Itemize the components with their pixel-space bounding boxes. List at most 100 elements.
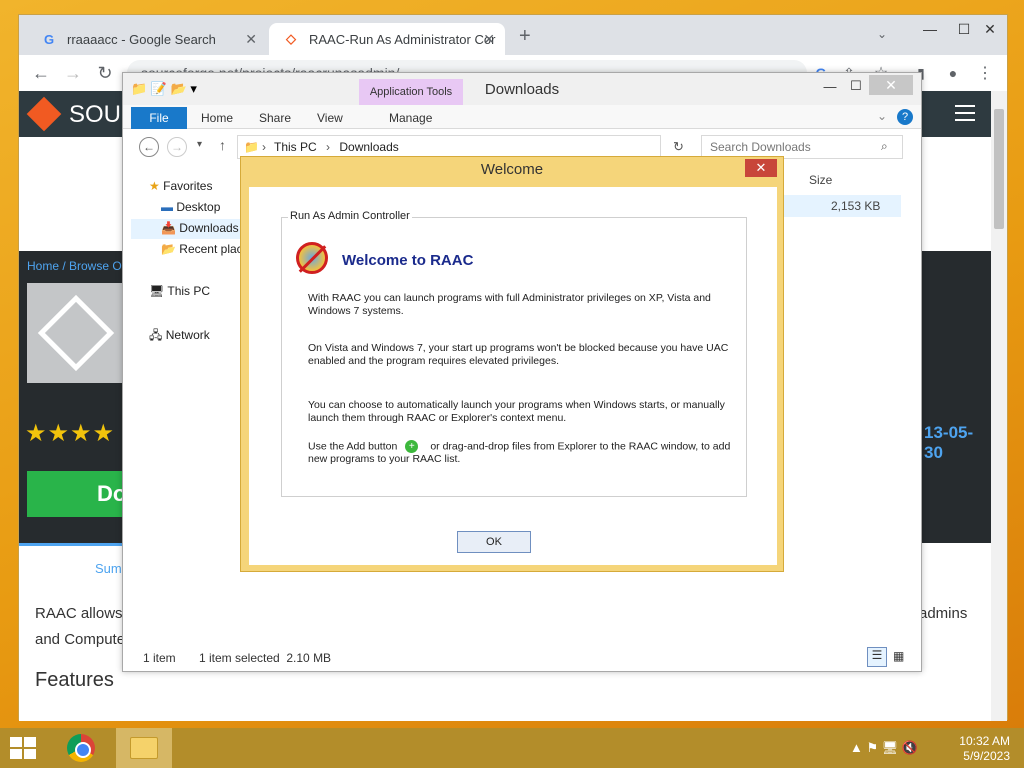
active-tab-indicator bbox=[19, 543, 125, 546]
large-icons-view-icon[interactable]: ▦ bbox=[893, 649, 904, 663]
add-programs-paragraph: Use the Add button + or drag-and-drop file… bbox=[308, 440, 738, 466]
tab-google-search[interactable]: G rraaaacc - Google Search ✕ bbox=[27, 23, 267, 55]
ribbon-expand-icon[interactable]: ⌄ bbox=[877, 109, 887, 123]
nav-label: Downloads bbox=[179, 221, 239, 235]
nav-label: This PC bbox=[167, 284, 211, 298]
add-button-icon: + bbox=[405, 440, 419, 453]
back-icon[interactable]: ← bbox=[139, 137, 159, 157]
ribbon-tab-share[interactable]: Share bbox=[259, 111, 291, 125]
explorer-title: Downloads bbox=[484, 81, 560, 98]
windows-start-icon[interactable] bbox=[10, 737, 38, 761]
intro-paragraph: With RAAC you can launch programs with f… bbox=[308, 292, 711, 317]
dialog-body: Run As Admin Controller Welcome to RAAC … bbox=[249, 187, 777, 565]
tab-title: RAAC-Run As Administrator Cor bbox=[309, 31, 496, 47]
last-update-date: 13-05-30 bbox=[924, 423, 974, 462]
hamburger-menu-icon[interactable] bbox=[955, 105, 975, 121]
nav-recent-places[interactable]: 📂 Recent plac bbox=[161, 242, 243, 256]
ribbon-tab-view[interactable]: View bbox=[317, 111, 343, 125]
new-tab-button[interactable]: + bbox=[519, 25, 531, 48]
profile-avatar-icon[interactable]: ● bbox=[941, 61, 965, 85]
google-favicon-icon: G bbox=[43, 31, 55, 47]
welcome-heading: Welcome to RAAC bbox=[342, 252, 474, 269]
chrome-minimize-button[interactable]: — bbox=[913, 15, 947, 43]
item-count: 1 item bbox=[143, 651, 176, 665]
nav-network[interactable]: 🖧 Network bbox=[149, 326, 210, 347]
nav-label: Desktop bbox=[176, 200, 221, 214]
autostart-paragraph: You can choose to automatically launch y… bbox=[308, 399, 725, 424]
help-icon[interactable]: ? bbox=[897, 109, 913, 125]
details-view-icon[interactable]: ☰ bbox=[867, 647, 887, 667]
page-scrollbar[interactable] bbox=[991, 91, 1007, 721]
explorer-titlebar: 📁 📝 📂 ▾ Downloads Application Tools — ☐ … bbox=[123, 73, 921, 105]
nav-label: Favorites bbox=[163, 179, 213, 193]
description-line: and Compute bbox=[35, 631, 126, 648]
downloads-folder-icon: 📥 bbox=[161, 221, 176, 235]
explorer-close-button[interactable]: ✕ bbox=[869, 75, 913, 95]
forward-icon[interactable]: → bbox=[61, 61, 85, 85]
tab-raac[interactable]: ◇ RAAC-Run As Administrator Cor ✕ bbox=[269, 23, 505, 55]
up-icon[interactable]: ↑ bbox=[219, 137, 226, 153]
recent-locations-icon[interactable]: ▾ bbox=[197, 139, 202, 150]
ribbon-tab-manage[interactable]: Manage bbox=[389, 111, 432, 125]
selection-info: 1 item selected 2.10 MB bbox=[199, 651, 332, 665]
close-tab-icon[interactable]: ✕ bbox=[483, 31, 495, 48]
description-line: admins bbox=[919, 605, 968, 622]
tab-search-icon[interactable]: ⌄ bbox=[877, 27, 887, 41]
menu-kebab-icon[interactable]: ⋮ bbox=[973, 61, 997, 85]
tab-strip: G rraaaacc - Google Search ✕ ◇ RAAC-Run … bbox=[19, 15, 1007, 55]
raac-logo-icon bbox=[296, 242, 328, 274]
clock-date: 5/9/2023 bbox=[963, 749, 1010, 763]
breadcrumb-separator: › bbox=[262, 140, 266, 154]
ribbon-tab-home[interactable]: Home bbox=[201, 111, 233, 125]
application-tools-label: Application Tools bbox=[359, 79, 463, 105]
chrome-close-button[interactable]: ✕ bbox=[973, 15, 1007, 43]
breadcrumb-downloads[interactable]: Downloads bbox=[339, 140, 398, 154]
welcome-dialog: Welcome ✕ Run As Admin Controller Welcom… bbox=[240, 156, 784, 572]
sf-brand: SOU bbox=[69, 101, 122, 128]
tab-title: rraaaacc - Google Search bbox=[67, 31, 216, 47]
refresh-icon[interactable]: ↻ bbox=[673, 139, 684, 155]
scroll-thumb[interactable] bbox=[994, 109, 1004, 229]
forward-icon[interactable]: → bbox=[167, 137, 187, 157]
breadcrumb-separator: › bbox=[326, 140, 331, 154]
nav-downloads[interactable]: 📥 Downloads bbox=[161, 221, 239, 235]
desktop-icon: ▬ bbox=[161, 200, 173, 214]
taskbar: ▲ ⚑ 🖥 🔇 10:32 AM 5/9/2023 bbox=[0, 728, 1024, 768]
features-heading: Features bbox=[35, 669, 114, 691]
chrome-icon bbox=[67, 734, 95, 762]
breadcrumb[interactable]: Home / Browse Op bbox=[27, 259, 128, 273]
group-box: Run As Admin Controller Welcome to RAAC … bbox=[281, 210, 747, 497]
vista-paragraph: On Vista and Windows 7, your start up pr… bbox=[308, 342, 729, 367]
nav-favorites[interactable]: ★ Favorites bbox=[149, 179, 212, 193]
dialog-close-button[interactable]: ✕ bbox=[745, 159, 777, 177]
ribbon-tabs bbox=[123, 105, 921, 129]
search-icon: ⌕ bbox=[881, 139, 888, 153]
nav-label: Network bbox=[165, 328, 210, 342]
clock[interactable]: 10:32 AM 5/9/2023 bbox=[950, 734, 1010, 764]
breadcrumb-this-pc[interactable]: This PC bbox=[274, 140, 317, 154]
taskbar-file-explorer[interactable] bbox=[116, 728, 172, 768]
nav-desktop[interactable]: ▬ Desktop bbox=[161, 200, 220, 214]
ribbon-tab-file[interactable]: File bbox=[131, 107, 187, 129]
description-line: RAAC allows bbox=[35, 605, 123, 622]
file-size: 2,153 KB bbox=[831, 199, 881, 213]
reload-icon[interactable]: ↻ bbox=[93, 61, 117, 85]
status-bar: 1 item 1 item selected 2.10 MB ☰ ▦ bbox=[123, 645, 921, 671]
group-box-label: Run As Admin Controller bbox=[288, 210, 412, 222]
sourceforge-favicon-icon: ◇ bbox=[286, 31, 296, 46]
recent-places-icon: 📂 bbox=[161, 242, 176, 256]
clock-time: 10:32 AM bbox=[959, 734, 1010, 748]
close-tab-icon[interactable]: ✕ bbox=[245, 31, 257, 48]
computer-icon: 🖥 bbox=[149, 284, 165, 298]
file-explorer-icon bbox=[130, 737, 158, 759]
column-header-size[interactable]: Size bbox=[809, 173, 832, 187]
back-icon[interactable]: ← bbox=[29, 61, 53, 85]
add-text-part1: Use the Add button bbox=[308, 440, 398, 453]
nav-this-pc[interactable]: 🖥 This PC bbox=[149, 284, 210, 298]
taskbar-chrome[interactable] bbox=[58, 728, 104, 768]
system-tray-icons[interactable]: ▲ ⚑ 🖥 🔇 bbox=[850, 740, 918, 756]
folder-icon: 📁 bbox=[244, 140, 259, 154]
explorer-maximize-button[interactable]: ☐ bbox=[841, 75, 871, 97]
ok-button[interactable]: OK bbox=[457, 531, 531, 553]
nav-label: Recent plac bbox=[179, 242, 243, 256]
